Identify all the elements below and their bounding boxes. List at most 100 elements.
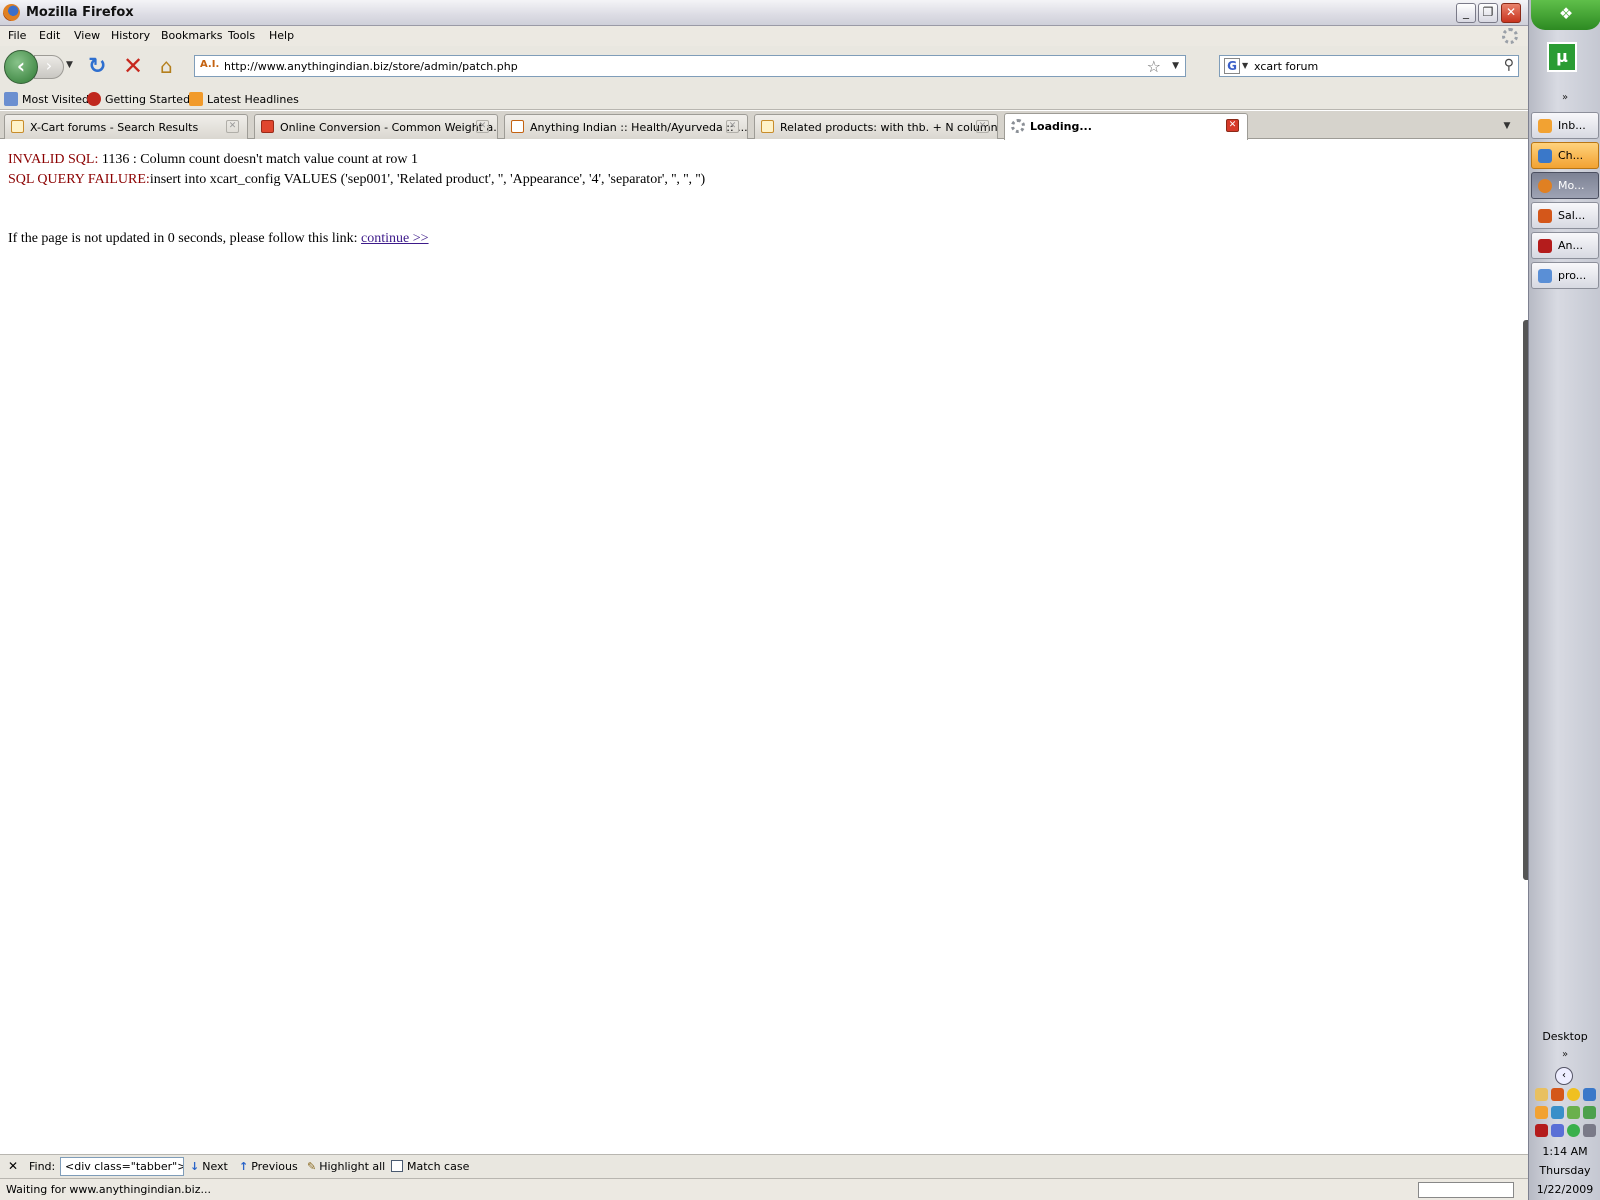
close-button[interactable]: ✕ (1501, 3, 1521, 23)
bookmark-most-visited[interactable]: Most Visited (4, 92, 89, 106)
menu-tools[interactable]: Tools (228, 29, 255, 42)
tab-xcart-forums[interactable]: X-Cart forums - Search Results ✕ (4, 114, 248, 139)
user-icon (1538, 209, 1552, 223)
sql-failure-label: SQL QUERY FAILURE: (8, 172, 150, 187)
match-case-checkbox[interactable]: Match case (391, 1160, 469, 1173)
status-bar: Waiting for www.anythingindian.biz... (0, 1178, 1528, 1200)
tray-chat-icon[interactable] (1535, 1106, 1548, 1119)
tray-collapse-icon[interactable]: ‹ (1555, 1067, 1573, 1085)
page-icon (761, 120, 774, 133)
task-button-firefox[interactable]: Mo... (1531, 172, 1599, 199)
stop-icon[interactable]: ✕ (123, 52, 143, 80)
find-previous-button[interactable]: ↑ Previous (239, 1160, 298, 1173)
forward-button[interactable]: › (34, 55, 64, 79)
all-tabs-dropdown-icon[interactable]: ▼ (1496, 117, 1518, 137)
highlight-all-button[interactable]: ✎ Highlight all (307, 1160, 385, 1173)
sql-failure-text: insert into xcart_config VALUES ('sep001… (149, 172, 706, 187)
menu-history[interactable]: History (111, 29, 150, 42)
page-icon (511, 120, 524, 133)
task-button-pro[interactable]: pro... (1531, 262, 1599, 289)
tab-close-icon[interactable]: ✕ (976, 120, 989, 133)
page-content: INVALID SQL: 1136 : Column count doesn't… (0, 140, 1528, 1154)
utorrent-icon[interactable]: µ (1547, 42, 1577, 72)
task-button-chat[interactable]: Ch... (1531, 142, 1599, 169)
progress-box (1418, 1182, 1514, 1198)
search-input[interactable]: xcart forum (1254, 60, 1318, 73)
sql-failure-line: SQL QUERY FAILURE:insert into xcart_conf… (8, 172, 705, 188)
rss-feed-icon (189, 92, 203, 106)
tray-mail-icon[interactable] (1535, 1088, 1548, 1101)
menu-view[interactable]: View (74, 29, 100, 42)
tray-volume-icon[interactable] (1583, 1124, 1596, 1137)
page-icon (261, 120, 274, 133)
search-bar[interactable]: G ▼ xcart forum ⚲ (1219, 55, 1519, 77)
firefox-icon (1538, 179, 1552, 193)
system-tray (1533, 1088, 1597, 1140)
engine-dropdown-icon[interactable]: ▼ (1242, 61, 1248, 70)
tray-smiley-icon[interactable] (1567, 1088, 1580, 1101)
tab-online-conversion[interactable]: Online Conversion - Common Weight a... ✕ (254, 114, 498, 139)
chat-icon (1538, 149, 1552, 163)
task-button-sal[interactable]: Sal... (1531, 202, 1599, 229)
status-text: Waiting for www.anythingindian.biz... (6, 1183, 211, 1196)
document-icon (1538, 269, 1552, 283)
quicklaunch-expand-icon[interactable]: » (1529, 92, 1600, 103)
bookmarks-toolbar: Most Visited Getting Started Latest Head… (0, 88, 1528, 110)
find-input[interactable]: <div class="tabber"> (60, 1157, 184, 1176)
google-engine-icon[interactable]: G (1224, 58, 1240, 74)
close-find-bar-icon[interactable]: ✕ (8, 1159, 18, 1173)
tray-security-icon[interactable] (1535, 1124, 1548, 1137)
tray-monitor-icon[interactable] (1551, 1124, 1564, 1137)
menu-bookmarks[interactable]: Bookmarks (161, 29, 222, 42)
bookmark-getting-started[interactable]: Getting Started (87, 92, 190, 106)
desktop-expand-icon[interactable]: » (1529, 1049, 1600, 1060)
tray-audio-icon[interactable] (1567, 1106, 1580, 1119)
clock-time: 1:14 AM (1542, 1145, 1588, 1158)
url-dropdown-icon[interactable]: ▼ (1172, 61, 1179, 71)
tab-related-products[interactable]: Related products: with thb. + N column..… (754, 114, 998, 139)
history-dropdown-icon[interactable]: ▼ (66, 60, 73, 70)
minimize-button[interactable]: _ (1456, 3, 1476, 23)
reload-icon[interactable]: ↻ (88, 54, 106, 79)
tab-close-icon[interactable]: ✕ (476, 120, 489, 133)
continue-link[interactable]: continue >> (361, 231, 429, 246)
tray-messenger-icon[interactable] (1551, 1088, 1564, 1101)
url-bar[interactable]: A.I. http://www.anythingindian.biz/store… (194, 55, 1186, 77)
tab-close-icon[interactable]: ✕ (226, 120, 239, 133)
redirect-text: If the page is not updated in 0 seconds,… (8, 231, 362, 246)
invalid-sql-label: INVALID SQL: (8, 152, 99, 167)
tab-anything-indian[interactable]: Anything Indian :: Health/Ayurveda :: ..… (504, 114, 748, 139)
clock-day: Thursday (1539, 1164, 1591, 1177)
url-text[interactable]: http://www.anythingindian.biz/store/admi… (224, 60, 518, 73)
menu-help[interactable]: Help (269, 29, 294, 42)
mail-icon (1538, 119, 1552, 133)
home-icon[interactable]: ⌂ (160, 54, 173, 78)
back-button[interactable]: ‹ (4, 50, 38, 84)
title-bar: Mozilla Firefox _ ❐ ✕ (0, 0, 1528, 26)
task-button-inbox[interactable]: Inb... (1531, 112, 1599, 139)
desktop-toolbar-label[interactable]: Desktop (1529, 1030, 1600, 1043)
invalid-sql-text: 1136 : Column count doesn't match value … (98, 152, 419, 167)
folder-icon (4, 92, 18, 106)
tab-strip: X-Cart forums - Search Results ✕ Online … (0, 111, 1528, 140)
bookmark-star-icon[interactable]: ☆ (1147, 57, 1161, 76)
menu-edit[interactable]: Edit (39, 29, 60, 42)
find-label: Find: (29, 1160, 56, 1173)
bookmark-latest-headlines[interactable]: Latest Headlines (189, 92, 299, 106)
tray-green-icon[interactable] (1583, 1106, 1596, 1119)
tab-close-icon[interactable]: ✕ (1226, 119, 1239, 132)
restore-button[interactable]: ❐ (1478, 3, 1498, 23)
menu-bar: File Edit View History Bookmarks Tools H… (0, 26, 1528, 46)
menu-file[interactable]: File (8, 29, 26, 42)
tray-skype-icon[interactable] (1567, 1124, 1580, 1137)
find-next-button[interactable]: ↓ Next (190, 1160, 228, 1173)
task-button-filezilla[interactable]: An... (1531, 232, 1599, 259)
tab-close-icon[interactable]: ✕ (726, 120, 739, 133)
tab-loading[interactable]: Loading... ✕ (1004, 113, 1248, 140)
clock[interactable]: 1:14 AM Thursday 1/22/2009 (1529, 1142, 1600, 1199)
search-icon[interactable]: ⚲ (1504, 57, 1514, 73)
tray-people-icon[interactable] (1551, 1106, 1564, 1119)
start-button[interactable]: ❖ (1531, 0, 1600, 30)
firefox-window: Mozilla Firefox _ ❐ ✕ File Edit View His… (0, 0, 1528, 1200)
tray-network-icon[interactable] (1583, 1088, 1596, 1101)
